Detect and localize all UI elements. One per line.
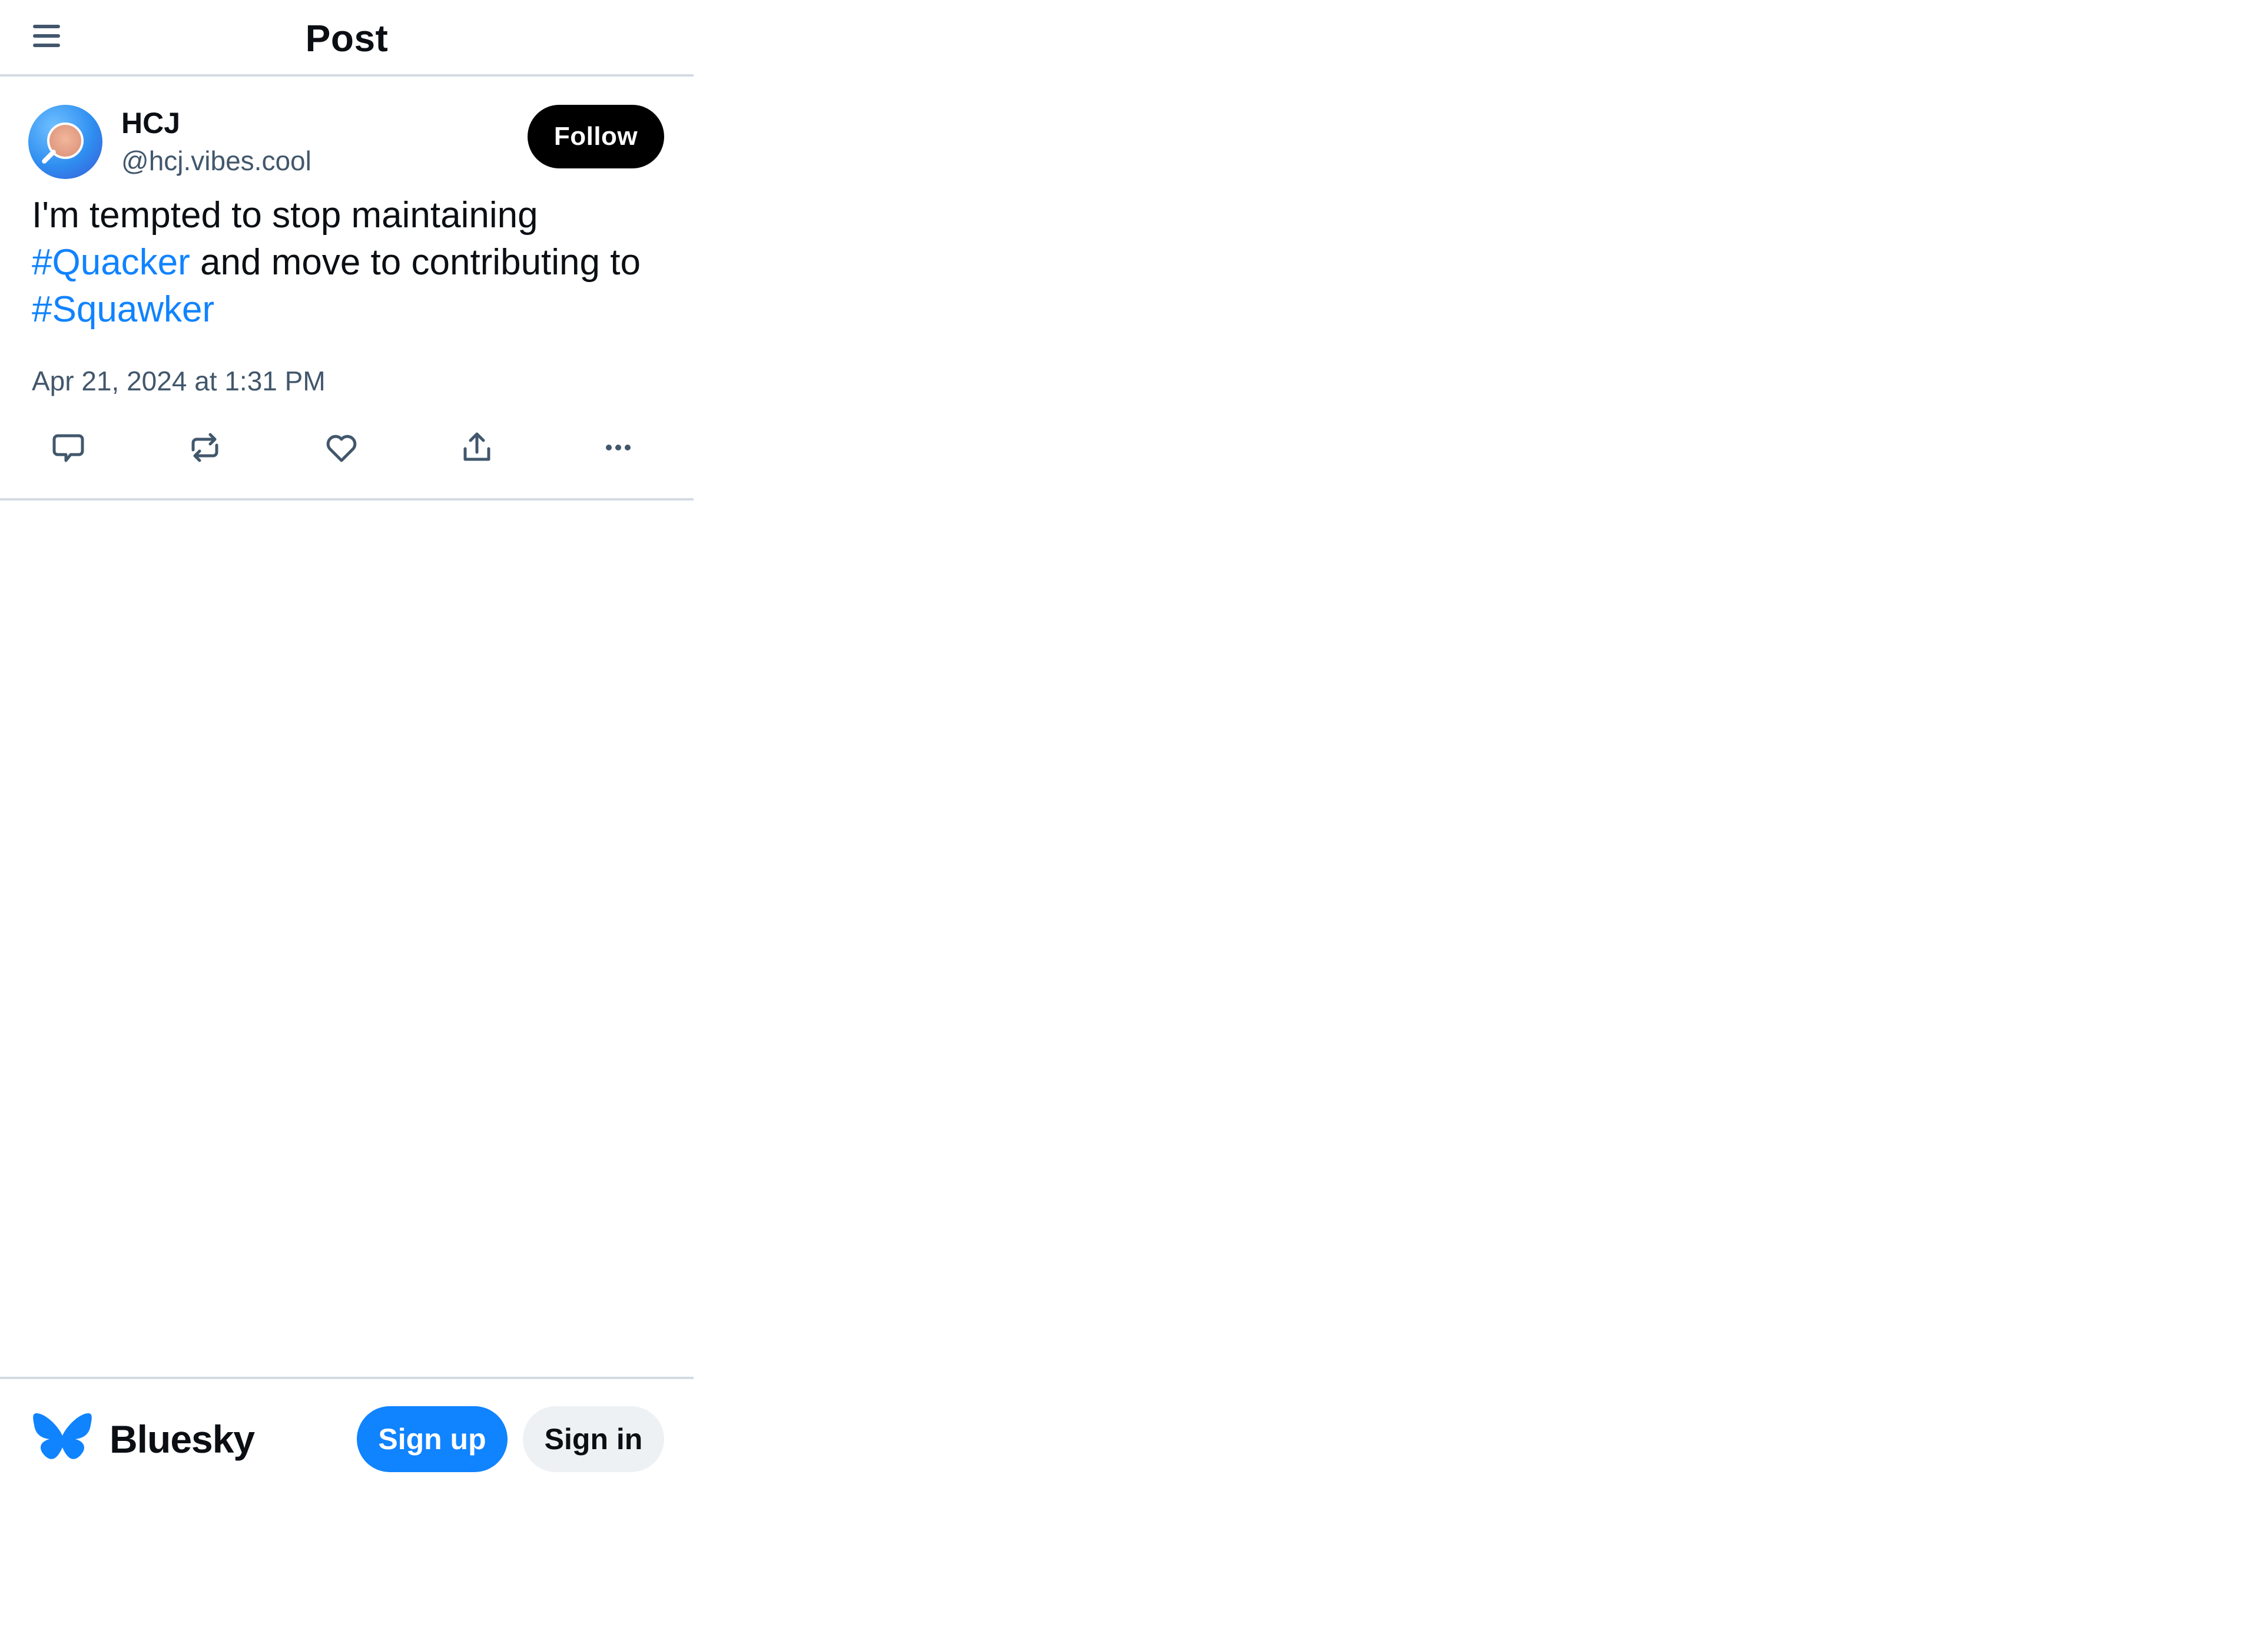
author-display-name[interactable]: HCJ <box>121 106 180 140</box>
repost-button[interactable] <box>175 418 234 477</box>
share-icon <box>463 432 490 461</box>
sign-up-button[interactable]: Sign up <box>357 1406 508 1472</box>
hashtag-link[interactable]: #Squawker <box>32 289 214 330</box>
post-actions <box>0 418 694 477</box>
share-button[interactable] <box>447 418 506 477</box>
more-options-button[interactable] <box>589 418 648 477</box>
author-handle[interactable]: @hcj.vibes.cool <box>121 145 311 177</box>
post-timestamp: Apr 21, 2024 at 1:31 PM <box>32 366 326 396</box>
reply-icon <box>52 434 84 462</box>
like-icon <box>326 435 357 462</box>
page-title: Post <box>305 17 389 59</box>
post-card: HCJ @hcj.vibes.cool Follow I'm tempted t… <box>0 77 694 501</box>
bottom-bar: Bluesky Sign up Sign in <box>0 1377 694 1497</box>
top-bar: Post <box>0 0 694 77</box>
post-text: I'm tempted to stop maintaining #Quacker… <box>32 192 674 333</box>
avatar-detail <box>41 148 57 165</box>
follow-button[interactable]: Follow <box>528 105 664 168</box>
more-icon <box>606 445 631 450</box>
like-button[interactable] <box>312 418 371 477</box>
avatar[interactable] <box>28 105 102 179</box>
repost-icon <box>191 433 218 462</box>
butterfly-icon <box>33 1413 92 1459</box>
sign-in-button[interactable]: Sign in <box>523 1406 664 1472</box>
post-text-part: and move to contributing to <box>190 242 641 283</box>
brand-name: Bluesky <box>110 1417 255 1461</box>
app-root: Post HCJ @hcj.vibes.cool Follow I'm temp… <box>0 0 694 1627</box>
hashtag-link[interactable]: #Quacker <box>32 242 190 283</box>
reply-button[interactable] <box>39 418 98 477</box>
post-text-part: I'm tempted to stop maintaining <box>32 195 538 236</box>
